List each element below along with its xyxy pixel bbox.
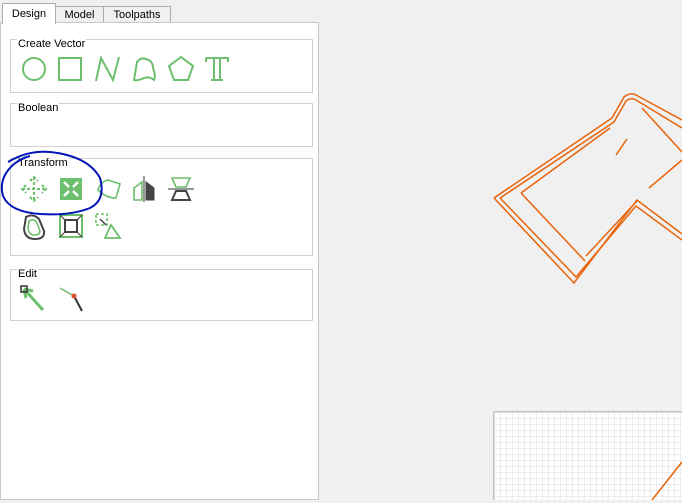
text-icon[interactable] <box>202 54 232 84</box>
axe-head-vector <box>493 93 682 285</box>
material-grid <box>493 411 682 503</box>
transform-group: Transform <box>10 157 313 256</box>
edit-title: Edit <box>17 268 38 281</box>
create-vector-title: Create Vector <box>17 38 87 51</box>
offset-icon[interactable] <box>19 211 49 241</box>
drawing-canvas[interactable] <box>320 0 682 503</box>
curve-fit-icon[interactable] <box>57 284 87 314</box>
mirror-icon[interactable] <box>130 174 160 204</box>
rectangle-icon[interactable] <box>55 54 85 84</box>
tab-bar: Design Model Toolpaths <box>0 0 320 24</box>
canvas-vectors <box>493 93 682 503</box>
tab-toolpaths[interactable]: Toolpaths <box>103 6 171 23</box>
tab-design[interactable]: Design <box>2 3 56 24</box>
tab-model[interactable]: Model <box>55 6 104 23</box>
edit-group: Edit <box>10 268 313 321</box>
move-icon[interactable] <box>19 174 49 204</box>
boolean-group: Boolean <box>10 102 313 147</box>
freeform-shape-icon[interactable] <box>129 54 159 84</box>
distort-icon[interactable] <box>93 211 123 241</box>
rotate-icon[interactable] <box>94 174 124 204</box>
boolean-title: Boolean <box>17 102 60 115</box>
design-panel: Create Vector Boolean Transform Edit <box>0 22 319 500</box>
align-icon[interactable] <box>166 174 196 204</box>
fit-to-box-icon[interactable] <box>56 211 86 241</box>
circle-icon[interactable] <box>19 54 49 84</box>
scale-icon[interactable] <box>56 174 86 204</box>
create-vector-group: Create Vector <box>10 38 313 93</box>
polygon-icon[interactable] <box>166 54 196 84</box>
transform-title: Transform <box>17 157 69 170</box>
polyline-icon[interactable] <box>93 54 123 84</box>
node-edit-icon[interactable] <box>19 284 49 314</box>
